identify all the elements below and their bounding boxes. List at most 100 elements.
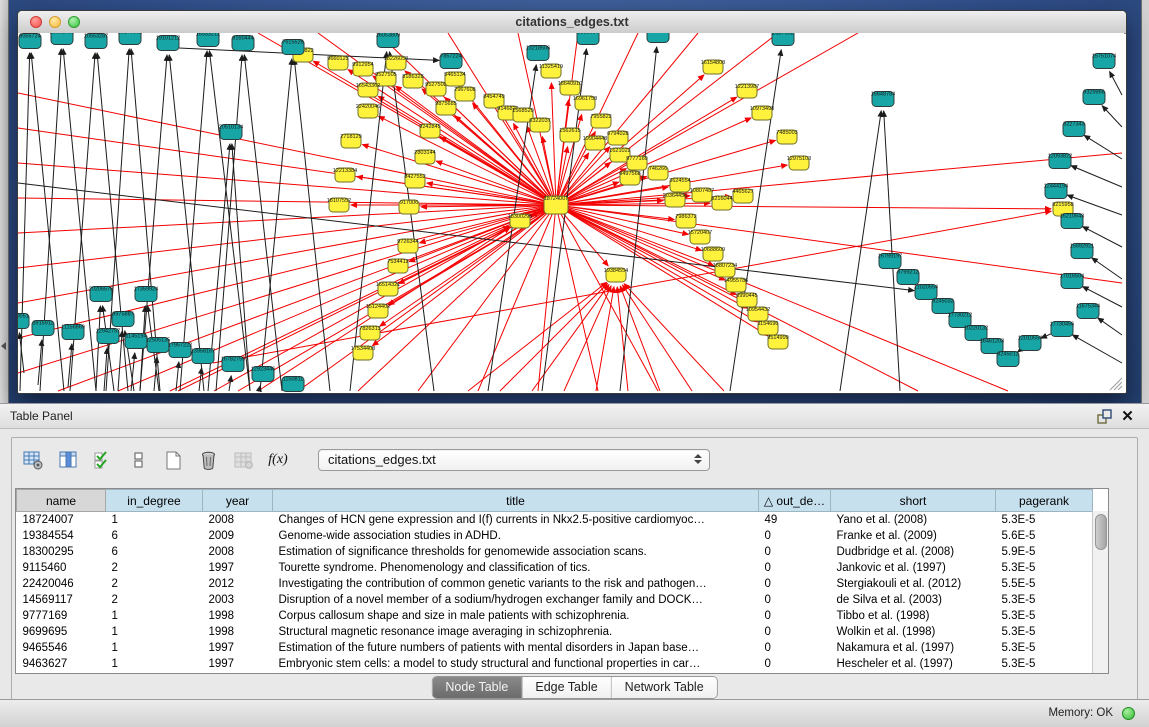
table-cell[interactable]: 0 bbox=[759, 544, 831, 560]
column-header-title[interactable]: title bbox=[273, 490, 759, 512]
table-cell[interactable]: Investigating the contribution of common… bbox=[273, 576, 759, 592]
table-cell[interactable]: Stergiakouli et al. (2012) bbox=[831, 576, 996, 592]
table-cell[interactable]: 2 bbox=[106, 576, 203, 592]
column-header-year[interactable]: year bbox=[203, 490, 273, 512]
network-window-titlebar[interactable]: citations_edges.txt bbox=[18, 11, 1126, 34]
control-panel-edge[interactable] bbox=[0, 0, 9, 403]
table-cell[interactable]: 9463627 bbox=[17, 656, 106, 672]
table-cell[interactable]: 2012 bbox=[203, 576, 273, 592]
table-cell[interactable]: 2009 bbox=[203, 528, 273, 544]
table-cell[interactable]: Wolkin et al. (1998) bbox=[831, 624, 996, 640]
table-cell[interactable]: 0 bbox=[759, 528, 831, 544]
table-cell[interactable]: 1998 bbox=[203, 608, 273, 624]
column-header-name[interactable]: name bbox=[17, 490, 106, 512]
table-cell[interactable]: 5.3E-5 bbox=[996, 640, 1093, 656]
table-cell[interactable]: 5.3E-5 bbox=[996, 624, 1093, 640]
network-view-canvas[interactable]: 1872400718300295193845547463822966012399… bbox=[18, 33, 1124, 392]
table-cell[interactable]: 5.3E-5 bbox=[996, 560, 1093, 576]
table-row[interactable]: 911546021997Tourette syndrome. Phenomeno… bbox=[17, 560, 1093, 576]
table-row[interactable]: 1830029562008Estimation of significance … bbox=[17, 544, 1093, 560]
table-cell[interactable]: de Silva et al. (2003) bbox=[831, 592, 996, 608]
network-window[interactable]: citations_edges.txt 18724007183002951938… bbox=[17, 10, 1127, 394]
table-cell[interactable]: Structural magnetic resonance image aver… bbox=[273, 624, 759, 640]
table-cell[interactable]: 1 bbox=[106, 640, 203, 656]
table-cell[interactable]: 2 bbox=[106, 592, 203, 608]
table-cell[interactable]: Franke et al. (2009) bbox=[831, 528, 996, 544]
table-cell[interactable]: 2003 bbox=[203, 592, 273, 608]
table-selector-dropdown[interactable]: citations_edges.txt bbox=[318, 449, 710, 471]
memory-status-indicator[interactable] bbox=[1122, 707, 1135, 720]
table-row[interactable]: 946554611997Estimation of the future num… bbox=[17, 640, 1093, 656]
table-cell[interactable]: 0 bbox=[759, 576, 831, 592]
scrollbar-thumb[interactable] bbox=[1095, 514, 1107, 550]
table-cell[interactable]: 9777169 bbox=[17, 608, 106, 624]
import-table-icon[interactable] bbox=[232, 449, 254, 471]
table-cell[interactable]: 14569117 bbox=[17, 592, 106, 608]
table-cell[interactable]: 0 bbox=[759, 608, 831, 624]
table-row[interactable]: 1872400712008Changes of HCN gene express… bbox=[17, 512, 1093, 529]
table-row[interactable]: 977716911998Corpus callosum shape and si… bbox=[17, 608, 1093, 624]
table-cell[interactable]: Yano et al. (2008) bbox=[831, 512, 996, 529]
column-header-in_degree[interactable]: in_degree bbox=[106, 490, 203, 512]
table-cell[interactable]: 5.3E-5 bbox=[996, 656, 1093, 672]
table-cell[interactable]: 9115460 bbox=[17, 560, 106, 576]
table-panel-titlebar[interactable]: Table Panel ✕ bbox=[0, 404, 1149, 429]
table-row[interactable]: 969969511998Structural magnetic resonanc… bbox=[17, 624, 1093, 640]
table-cell[interactable]: Estimation of significance thresholds fo… bbox=[273, 544, 759, 560]
table-cell[interactable]: 22420046 bbox=[17, 576, 106, 592]
table-cell[interactable]: Estimation of the future numbers of pati… bbox=[273, 640, 759, 656]
choose-columns-icon[interactable] bbox=[57, 449, 79, 471]
table-cell[interactable]: Tibbo et al. (1998) bbox=[831, 608, 996, 624]
table-cell[interactable]: Hescheler et al. (1997) bbox=[831, 656, 996, 672]
table-cell[interactable]: 2 bbox=[106, 560, 203, 576]
table-cell[interactable]: 5.5E-5 bbox=[996, 576, 1093, 592]
tab-edge-table[interactable]: Edge Table bbox=[521, 677, 610, 698]
table-cell[interactable]: 1997 bbox=[203, 560, 273, 576]
row-options-icon[interactable] bbox=[127, 449, 149, 471]
table-cell[interactable]: 9465546 bbox=[17, 640, 106, 656]
table-cell[interactable]: 1 bbox=[106, 512, 203, 529]
table-cell[interactable]: Tourette syndrome. Phenomenology and cla… bbox=[273, 560, 759, 576]
table-cell[interactable]: Embryonic stem cells: a model to study s… bbox=[273, 656, 759, 672]
table-row[interactable]: 946362711997Embryonic stem cells: a mode… bbox=[17, 656, 1093, 672]
table-cell[interactable]: 1 bbox=[106, 656, 203, 672]
table-cell[interactable]: 2008 bbox=[203, 544, 273, 560]
table-cell[interactable]: 18300295 bbox=[17, 544, 106, 560]
table-cell[interactable]: Dudbridge et al. (2008) bbox=[831, 544, 996, 560]
table-cell[interactable]: Corpus callosum shape and size in male p… bbox=[273, 608, 759, 624]
table-cell[interactable]: 5.3E-5 bbox=[996, 592, 1093, 608]
table-cell[interactable]: 5.3E-5 bbox=[996, 512, 1093, 529]
close-window-button[interactable] bbox=[30, 16, 42, 28]
tab-network-table[interactable]: Network Table bbox=[611, 677, 717, 698]
table-cell[interactable]: Disruption of a novel member of a sodium… bbox=[273, 592, 759, 608]
select-rows-icon[interactable] bbox=[92, 449, 114, 471]
table-cell[interactable]: 0 bbox=[759, 592, 831, 608]
table-vertical-scrollbar[interactable] bbox=[1092, 511, 1108, 673]
table-cell[interactable]: 0 bbox=[759, 656, 831, 672]
column-header-out_de[interactable]: △ out_de… bbox=[759, 490, 831, 512]
table-row[interactable]: 1456911722003Disruption of a novel membe… bbox=[17, 592, 1093, 608]
table-row[interactable]: 1938455462009Genome-wide association stu… bbox=[17, 528, 1093, 544]
column-header-pagerank[interactable]: pagerank bbox=[996, 490, 1093, 512]
graph-node-18313074[interactable] bbox=[647, 33, 669, 43]
table-cell[interactable]: 5.6E-5 bbox=[996, 528, 1093, 544]
table-cell[interactable]: 2008 bbox=[203, 512, 273, 529]
citation-network-graph[interactable]: 1872400718300295193845547463822966012399… bbox=[18, 33, 1124, 392]
table-settings-icon[interactable] bbox=[22, 449, 44, 471]
table-cell[interactable]: Changes of HCN gene expression and I(f) … bbox=[273, 512, 759, 529]
table-cell[interactable]: 1997 bbox=[203, 656, 273, 672]
table-cell[interactable]: 5.9E-5 bbox=[996, 544, 1093, 560]
table-cell[interactable]: Genome-wide association studies in ADHD. bbox=[273, 528, 759, 544]
tab-node-table[interactable]: Node Table bbox=[432, 677, 521, 698]
table-cell[interactable]: 18724007 bbox=[17, 512, 106, 529]
table-row[interactable]: 2242004622012Investigating the contribut… bbox=[17, 576, 1093, 592]
window-resize-grip[interactable] bbox=[1110, 378, 1122, 390]
function-builder-icon[interactable]: f(x) bbox=[267, 449, 289, 471]
collapse-left-panel-icon[interactable] bbox=[1, 342, 6, 350]
table-cell[interactable]: 6 bbox=[106, 544, 203, 560]
table-cell[interactable]: 1998 bbox=[203, 624, 273, 640]
table-cell[interactable]: 1 bbox=[106, 624, 203, 640]
minimize-window-button[interactable] bbox=[49, 16, 61, 28]
right-panel-edge[interactable] bbox=[1141, 0, 1149, 403]
table-cell[interactable]: 1997 bbox=[203, 640, 273, 656]
